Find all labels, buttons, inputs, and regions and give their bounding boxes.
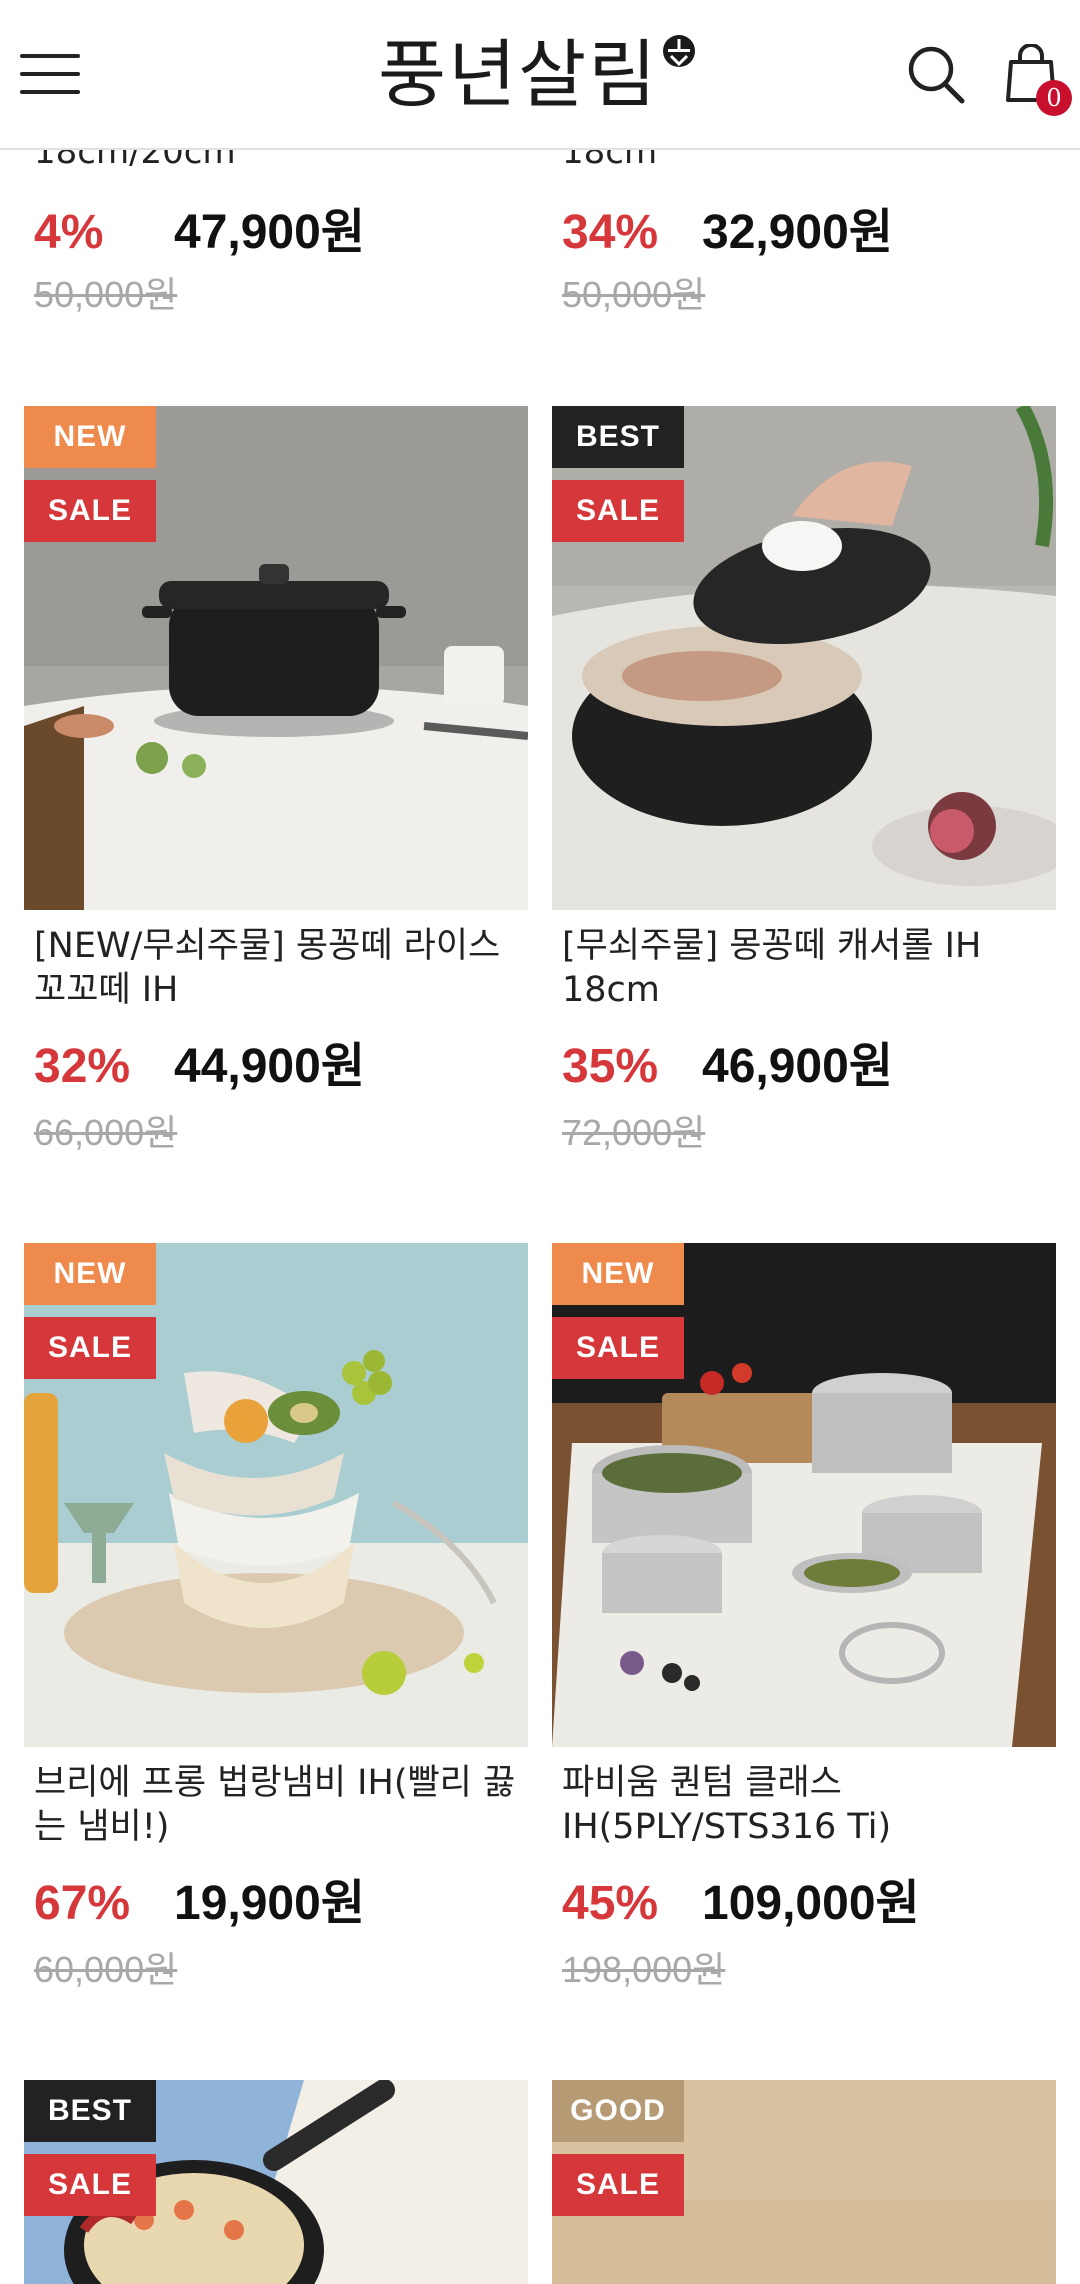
badge-sale: SALE	[552, 1317, 684, 1379]
badge-sale: SALE	[552, 480, 684, 542]
logo-emblem-icon	[663, 35, 696, 67]
logo-text: 풍년살림	[378, 32, 659, 118]
site-logo[interactable]: 풍년살림	[378, 30, 696, 120]
badge-new: NEW	[24, 406, 156, 468]
badge-best: BEST	[24, 2080, 156, 2142]
original-price: 198,000원	[562, 1949, 726, 1990]
sale-price: 19,900원	[174, 1877, 365, 1930]
cart-count-badge: 0	[1036, 80, 1072, 116]
product-card-partial[interactable]: 18cm/20cm 4% 47,900원 50,000원	[24, 120, 528, 320]
discount-rate: 32%	[34, 1040, 131, 1093]
product-card-partial[interactable]: 18cm 34% 32,900원 50,000원	[552, 120, 1056, 320]
original-price: 66,000원	[34, 1112, 178, 1153]
sale-price: 47,900원	[174, 206, 365, 259]
product-card[interactable]: NEW SALE 브리에 프롱 법랑냄비 IH(빨리 끓는 냄비!) 67% 1…	[24, 1243, 528, 2013]
product-card[interactable]: NEW SALE 파비움 퀀텀 클래스 IH(5PLY/STS316 Ti) 4…	[552, 1243, 1056, 2013]
shopping-bag-icon[interactable]: 0	[1006, 43, 1072, 116]
badge-sale: SALE	[24, 2154, 156, 2216]
discount-rate: 35%	[562, 1040, 659, 1093]
sale-price: 109,000원	[702, 1877, 920, 1930]
discount-rate: 67%	[34, 1877, 131, 1930]
badge-best: BEST	[552, 406, 684, 468]
sale-price: 32,900원	[702, 206, 893, 259]
product-name: 파비움 퀀텀 클래스 IH(5PLY/STS316 Ti)	[562, 1763, 892, 1847]
product-card[interactable]: NEW SALE [NEW/무쇠주물] 몽꽁떼 라이스 꼬꼬떼 IH 32% 4…	[24, 406, 528, 1176]
discount-rate: 34%	[562, 206, 659, 259]
badge-new: NEW	[24, 1243, 156, 1305]
search-icon[interactable]	[906, 44, 966, 104]
product-name: [무쇠주물] 몽꽁떼 캐서롤 IH 18cm	[562, 926, 982, 1010]
badge-new: NEW	[552, 1243, 684, 1305]
original-price: 72,000원	[562, 1112, 706, 1153]
product-card[interactable]: GOOD SALE	[552, 2080, 1056, 2284]
badge-sale: SALE	[24, 480, 156, 542]
product-card[interactable]: BEST SALE [무쇠주물] 몽꽁떼 캐서롤 IH 18cm 35% 46,…	[552, 406, 1056, 1176]
hamburger-menu-icon[interactable]	[20, 52, 80, 96]
original-price: 50,000원	[34, 274, 178, 315]
product-name: [NEW/무쇠주물] 몽꽁떼 라이스 꼬꼬떼 IH	[34, 926, 501, 1010]
top-header: 풍년살림 0	[0, 0, 1080, 150]
badge-good: GOOD	[552, 2080, 684, 2142]
badge-sale: SALE	[552, 2154, 684, 2216]
discount-rate: 4%	[34, 206, 104, 259]
sale-price: 46,900원	[702, 1040, 893, 1093]
original-price: 60,000원	[34, 1949, 178, 1990]
discount-rate: 45%	[562, 1877, 659, 1930]
sale-price: 44,900원	[174, 1040, 365, 1093]
product-name: 브리에 프롱 법랑냄비 IH(빨리 끓는 냄비!)	[34, 1763, 516, 1847]
product-card[interactable]: BEST SALE	[24, 2080, 528, 2284]
badge-sale: SALE	[24, 1317, 156, 1379]
original-price: 50,000원	[562, 274, 706, 315]
